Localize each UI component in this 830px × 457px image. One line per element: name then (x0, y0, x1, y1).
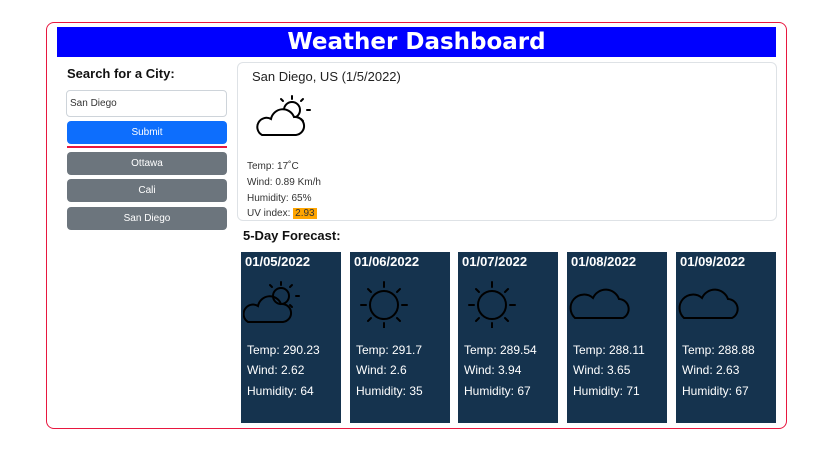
forecast-card: 01/05/2022 Temp: 290.23 Wind: 2.62 Humid… (241, 252, 341, 423)
cloud-icon (569, 288, 630, 319)
uv-label: UV index: (247, 208, 294, 219)
forecast-temp: Temp: 288.88 (682, 343, 755, 357)
forecast-card: 01/06/2022 Temp: 291.7 Wind: 2.6 Humidit… (350, 252, 450, 423)
forecast-card: 01/07/2022 Temp: 289.54 Wind: 3.94 Humid… (458, 252, 558, 423)
partly-cloudy-icon (243, 281, 300, 323)
history-button-san-diego[interactable]: San Diego (67, 207, 227, 230)
sun-icon (468, 281, 516, 328)
forecast-temp: Temp: 291.7 (356, 343, 423, 357)
submit-button[interactable]: Submit (67, 121, 227, 144)
city-search-input[interactable] (66, 90, 227, 117)
current-humidity: Humidity: 65% (247, 193, 312, 204)
forecast-date: 01/09/2022 (680, 254, 746, 269)
history-button-cali[interactable]: Cali (67, 179, 227, 202)
forecast-date: 01/05/2022 (245, 254, 311, 269)
forecast-card: 01/08/2022 Temp: 288.11 Wind: 3.65 Humid… (567, 252, 667, 423)
forecast-temp: Temp: 289.54 (464, 343, 537, 357)
sidebar-divider (67, 146, 227, 148)
sun-icon (360, 281, 408, 328)
current-uv: UV index: 2.93 (247, 208, 317, 219)
forecast-wind: Wind: 3.94 (464, 363, 522, 377)
cloud-icon (678, 288, 739, 319)
search-heading: Search for a City: (67, 66, 175, 81)
forecast-wind: Wind: 2.6 (356, 363, 407, 377)
forecast-temp: Temp: 288.11 (573, 343, 645, 357)
forecast-date: 01/06/2022 (354, 254, 420, 269)
forecast-card: 01/09/2022 Temp: 288.88 Wind: 2.63 Humid… (676, 252, 776, 423)
page-title: Weather Dashboard (57, 27, 776, 57)
history-button-ottawa[interactable]: Ottawa (67, 152, 227, 175)
current-weather-card: San Diego, US (1/5/2022) Temp: 17˚C Wind… (237, 62, 777, 221)
forecast-temp: Temp: 290.23 (247, 343, 320, 357)
forecast-humidity: Humidity: 64 (247, 384, 314, 398)
forecast-date: 01/08/2022 (571, 254, 637, 269)
current-city-title: San Diego, US (1/5/2022) (252, 69, 401, 84)
forecast-wind: Wind: 2.62 (247, 363, 305, 377)
partly-cloudy-icon (256, 95, 311, 136)
forecast-humidity: Humidity: 71 (573, 384, 640, 398)
uv-badge: 2.93 (293, 208, 317, 219)
forecast-wind: Wind: 2.63 (682, 363, 740, 377)
forecast-date: 01/07/2022 (462, 254, 528, 269)
forecast-humidity: Humidity: 67 (464, 384, 531, 398)
forecast-humidity: Humidity: 35 (356, 384, 423, 398)
current-wind: Wind: 0.89 Km/h (247, 177, 321, 188)
current-temp: Temp: 17˚C (247, 161, 299, 172)
forecast-heading: 5-Day Forecast: (243, 228, 341, 243)
forecast-humidity: Humidity: 67 (682, 384, 749, 398)
forecast-wind: Wind: 3.65 (573, 363, 631, 377)
